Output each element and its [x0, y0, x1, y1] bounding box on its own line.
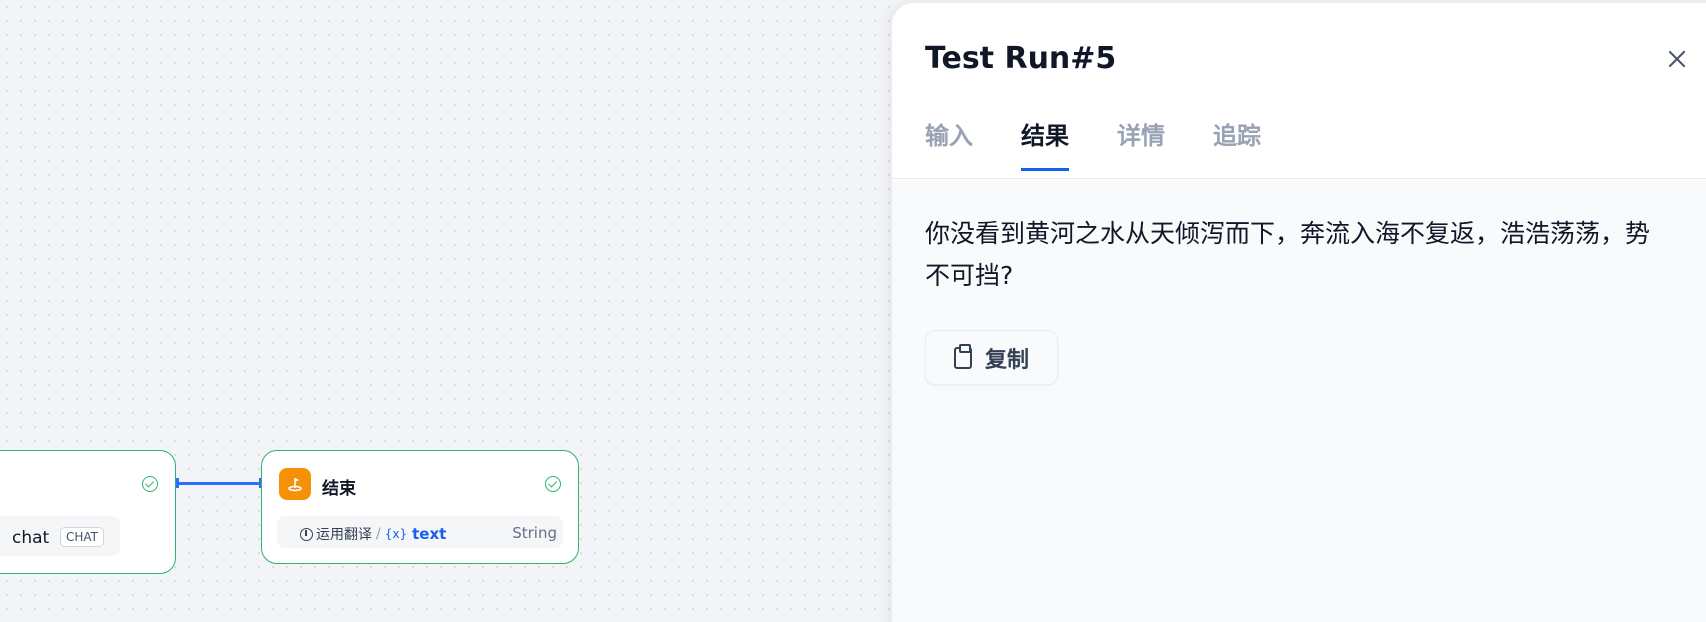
variable-name: text: [412, 525, 447, 543]
node-output-row: chat CHAT: [0, 516, 120, 556]
test-run-panel: Test Run#5 输入 结果 详情 追踪 你没看到黄河之水从天倾泻而下，奔流…: [892, 3, 1706, 622]
mode-badge: CHAT: [60, 527, 105, 547]
source-node-name: 运用翻译: [316, 527, 372, 543]
path-separator: /: [376, 526, 381, 542]
node-title: 结束: [322, 479, 356, 499]
tab-tracing[interactable]: 追踪: [1213, 116, 1261, 170]
end-node[interactable]: 结束 运用翻译 / {x} text String: [261, 450, 579, 564]
source-node-icon: [300, 527, 313, 541]
output-variable-text: chat: [12, 528, 50, 548]
copy-button[interactable]: 复制: [925, 330, 1058, 385]
success-check-icon: [545, 476, 561, 492]
panel-tabs: 输入 结果 详情 追踪: [925, 116, 1309, 171]
end-node-icon: [279, 468, 311, 500]
panel-body: 你没看到黄河之水从天倾泻而下，奔流入海不复返，浩浩荡荡，势不可挡? 复制: [892, 180, 1706, 622]
panel-title: Test Run#5: [925, 41, 1117, 76]
node-output-row: 运用翻译 / {x} text String: [277, 516, 563, 548]
edge-source-handle[interactable]: [176, 478, 179, 488]
variable-icon: {x}: [384, 527, 408, 541]
node-connection-edge[interactable]: [176, 482, 261, 485]
output-variable: 运用翻译 / {x} text: [300, 524, 446, 544]
llm-node[interactable]: chat CHAT: [0, 450, 176, 574]
tab-result[interactable]: 结果: [1021, 116, 1069, 171]
copy-button-label: 复制: [984, 347, 1029, 373]
clipboard-icon: [953, 343, 972, 369]
panel-header: Test Run#5 输入 结果 详情 追踪: [892, 3, 1706, 179]
tab-input[interactable]: 输入: [925, 116, 973, 170]
result-output-text: 你没看到黄河之水从天倾泻而下，奔流入海不复返，浩浩荡荡，势不可挡?: [925, 219, 1651, 290]
close-icon[interactable]: [1665, 47, 1689, 71]
success-check-icon: [142, 476, 158, 492]
tab-detail[interactable]: 详情: [1117, 116, 1165, 170]
variable-type: String: [512, 524, 557, 542]
